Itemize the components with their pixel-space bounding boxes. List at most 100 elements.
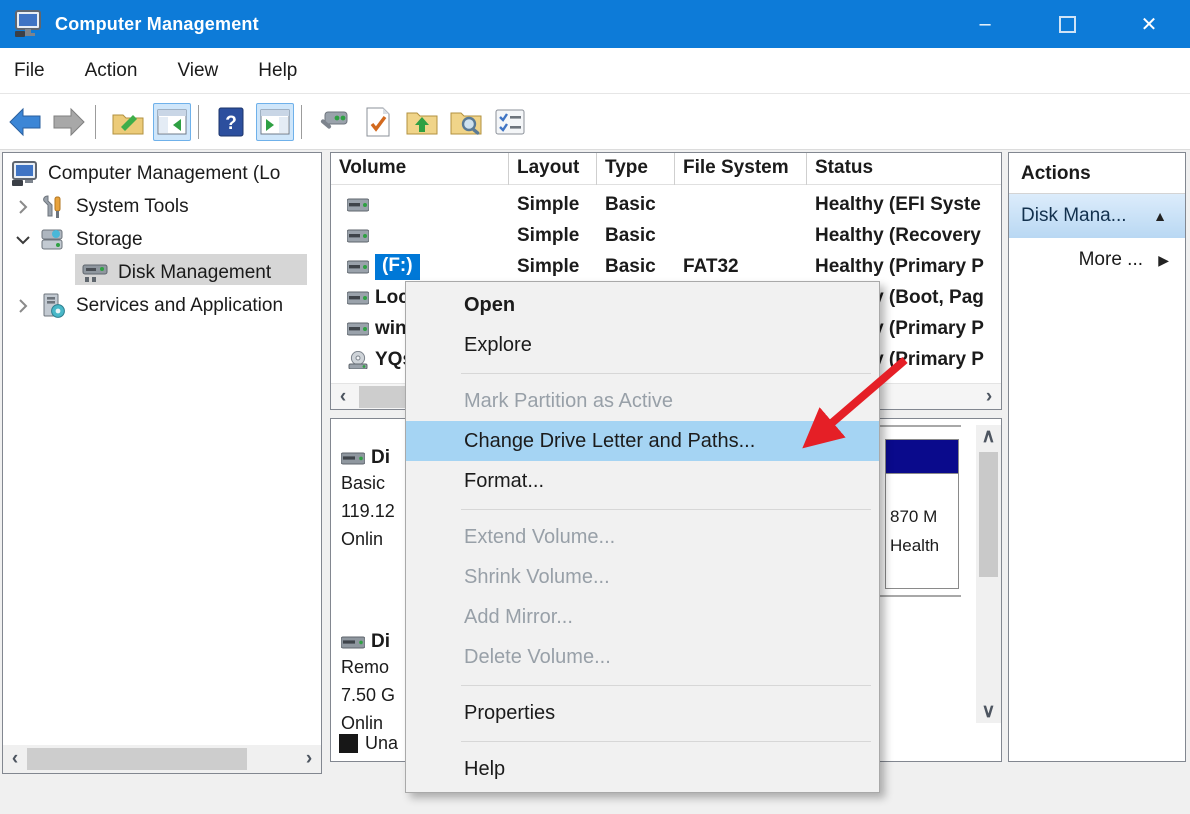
actions-more-button[interactable]: More ... ▶ [1009,238,1185,282]
export-folder-icon[interactable] [109,103,147,141]
disk-icon [341,636,365,649]
column-header-status[interactable]: Status [807,153,1001,185]
menu-item-help[interactable]: Help [406,749,879,789]
properties-list-icon[interactable] [491,103,529,141]
volume-disk-icon [347,198,369,212]
actions-pane-title: Actions [1009,153,1185,194]
maximize-icon [1059,16,1076,33]
tree-item-label: Services and Application [76,295,283,317]
action-pane-toggle-icon[interactable] [256,103,294,141]
menu-file[interactable]: File [0,48,65,94]
help-icon[interactable]: ? [212,103,250,141]
menu-view[interactable]: View [157,48,238,94]
volume-layout: Simple [509,194,597,216]
menu-action[interactable]: Action [65,48,158,94]
volume-status: Healthy (Primary P [807,256,1001,278]
scroll-left-icon[interactable]: ‹ [331,386,355,408]
menu-bar: File Action View Help [0,48,1190,94]
actions-group-disk-management[interactable]: Disk Mana... ▲ [1009,194,1185,238]
title-bar: Computer Management – ✕ [0,0,1190,48]
scrollbar-thumb[interactable] [27,748,247,770]
scroll-left-icon[interactable]: ‹ [3,748,27,770]
close-button[interactable]: ✕ [1108,0,1190,48]
menu-item-open[interactable]: Open [406,285,879,325]
menu-item-format[interactable]: Format... [406,461,879,501]
console-tree-toggle-icon[interactable] [153,103,191,141]
tree-item-services-applications[interactable]: Services and Application [3,289,322,322]
chevron-down-icon [15,232,31,248]
legend-label: Una [365,733,398,754]
toolbar-separator [198,105,199,139]
disk-type-text: Remo [341,653,395,681]
expand-right-icon[interactable]: ▶ [1158,252,1169,269]
volume-name: (F:) [375,254,420,280]
device-icon[interactable] [315,103,353,141]
tree-item-disk-management[interactable]: Disk Management [3,256,322,289]
menu-item-extend-volume: Extend Volume... [406,517,879,557]
scroll-down-icon[interactable]: ∨ [977,700,1001,723]
disk1-label-block[interactable]: Di Remo 7.50 G Onlin [341,631,395,737]
toolbar: ? [0,94,1190,150]
volume-file-system: FAT32 [675,256,807,278]
volume-type: Basic [597,225,675,247]
volume-list-header: Volume Layout Type File System Status [331,153,1001,185]
tree-item-computer-management[interactable]: Computer Management (Lo [3,157,322,190]
toolbar-separator [301,105,302,139]
disk-name-text: Di [371,447,390,469]
unallocated-legend: Una [339,733,398,754]
disk-icon [341,452,365,465]
tree-horizontal-scrollbar[interactable]: ‹ › [3,745,321,773]
folder-up-icon[interactable] [403,103,441,141]
volume-row[interactable]: Simple Basic Healthy (EFI Syste [331,189,1001,220]
disk-type-text: Basic [341,469,395,497]
window-title: Computer Management [55,14,259,35]
back-icon[interactable] [6,103,44,141]
column-header-type[interactable]: Type [597,153,675,185]
maximize-button[interactable] [1026,0,1108,48]
menu-item-shrink-volume: Shrink Volume... [406,557,879,597]
tree-item-storage[interactable]: Storage [3,223,322,256]
partition-row-bottom-edge [879,595,961,597]
minimize-button[interactable]: – [944,0,1026,48]
volume-layout: Simple [509,225,597,247]
computer-management-window: Computer Management – ✕ File Action View… [0,0,1190,814]
column-header-volume[interactable]: Volume [331,153,509,185]
forward-icon[interactable] [50,103,88,141]
volume-row[interactable]: Simple Basic Healthy (Recovery [331,220,1001,251]
scroll-right-icon[interactable]: › [977,386,1001,408]
menu-help[interactable]: Help [238,48,317,94]
volume-disk-icon [347,229,369,243]
volume-row-selected[interactable]: (F:) Simple Basic FAT32 Healthy (Primary… [331,251,1001,282]
column-header-file-system[interactable]: File System [675,153,807,185]
checklist-doc-icon[interactable] [359,103,397,141]
tree-item-label: Disk Management [118,262,271,284]
svg-text:?: ? [225,113,237,134]
scroll-right-icon[interactable]: › [297,748,321,770]
disk-size-text: 119.12 [341,497,395,525]
disk-view-vertical-scrollbar[interactable]: ∧ ∨ [976,425,1001,723]
menu-separator [406,733,879,749]
scroll-up-icon[interactable]: ∧ [977,425,1001,448]
chevron-right-icon [15,199,31,215]
tree-item-label: System Tools [76,196,189,218]
menu-item-properties[interactable]: Properties [406,693,879,733]
volume-status: Healthy (EFI Syste [807,194,1001,216]
red-annotation-arrow [790,348,915,458]
scrollbar-thumb[interactable] [979,452,998,577]
volume-type: Basic [597,194,675,216]
menu-separator [406,501,879,517]
column-header-layout[interactable]: Layout [509,153,597,185]
partition-size: 870 M [890,502,958,531]
disk0-label-block[interactable]: Di Basic 119.12 Onlin [341,447,395,553]
folder-search-icon[interactable] [447,103,485,141]
collapse-icon[interactable]: ▲ [1153,208,1167,224]
tree-item-system-tools[interactable]: System Tools [3,190,322,223]
disk-size-text: 7.50 G [341,681,395,709]
volume-name: win [375,318,407,340]
partition-block[interactable]: 870 M Health [885,439,959,589]
volume-disk-icon [347,322,369,336]
volume-name: Loc [375,287,409,309]
tree-item-label: Storage [76,229,143,251]
console-tree-panel: Computer Management (Lo System Tools Sto… [2,152,322,774]
system-tools-icon [39,194,67,220]
